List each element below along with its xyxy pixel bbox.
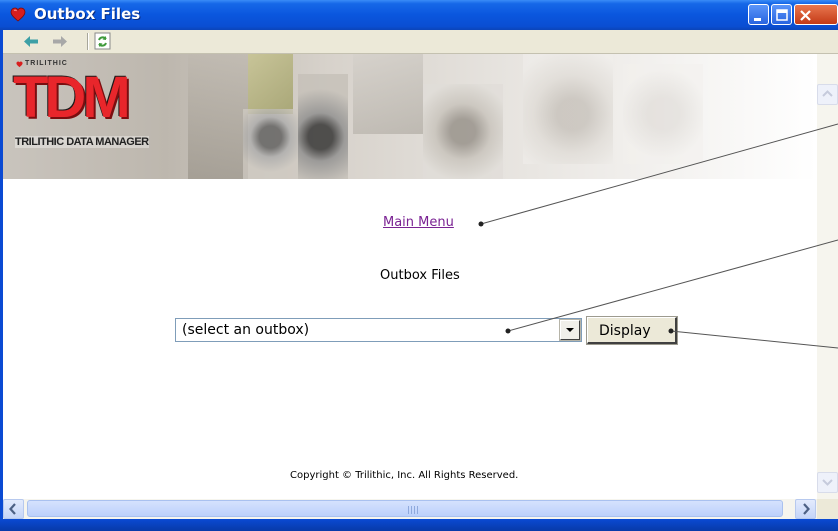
brand-subtitle: TRILITHIC DATA MANAGER <box>15 136 149 148</box>
maximize-icon <box>776 9 788 21</box>
chevron-down-icon <box>822 479 833 486</box>
banner-photo <box>523 54 613 164</box>
scroll-up-button[interactable] <box>817 84 838 105</box>
window-bottom-border <box>0 519 838 531</box>
horizontal-scrollbar[interactable] <box>3 499 838 519</box>
chevron-down-icon <box>566 328 574 332</box>
page-heading: Outbox Files <box>380 268 460 283</box>
page-content: TRILITHIC TDM TRILITHIC DATA MANAGER Mai… <box>3 54 817 499</box>
close-button[interactable] <box>794 4 838 25</box>
banner-photo <box>188 54 248 179</box>
back-arrow-icon <box>24 36 38 47</box>
toolbar-separator <box>87 33 89 50</box>
main-menu-link[interactable]: Main Menu <box>383 215 454 230</box>
select-dropdown-button[interactable] <box>559 319 581 341</box>
vertical-scrollbar[interactable] <box>817 54 838 499</box>
banner-photo <box>353 54 423 134</box>
outbox-select-value: (select an outbox) <box>182 322 310 338</box>
grip-icon <box>408 506 418 514</box>
chevron-up-icon <box>822 90 833 97</box>
tdm-logo: TDM <box>13 65 131 130</box>
minimize-icon <box>754 18 761 21</box>
copyright-text: Copyright © Trilithic, Inc. All Rights R… <box>290 470 519 481</box>
scroll-right-button[interactable] <box>795 499 816 519</box>
forward-arrow-icon <box>53 36 67 47</box>
display-button[interactable]: Display <box>586 316 678 345</box>
close-icon <box>800 10 811 21</box>
scroll-down-button[interactable] <box>817 472 838 493</box>
minimize-button[interactable] <box>748 4 769 25</box>
horizontal-scroll-thumb[interactable] <box>27 500 783 517</box>
forward-button[interactable] <box>50 32 70 51</box>
heart-app-icon <box>10 7 26 22</box>
banner-photo <box>423 84 503 179</box>
title-bar[interactable]: Outbox Files <box>0 0 838 30</box>
back-button[interactable] <box>21 32 41 51</box>
chevron-left-icon <box>9 503 16 515</box>
banner-photo <box>623 64 703 164</box>
outbox-select[interactable]: (select an outbox) <box>175 318 582 342</box>
refresh-icon <box>94 32 111 50</box>
refresh-button[interactable] <box>93 32 113 51</box>
window-title: Outbox Files <box>34 5 141 23</box>
toolbar <box>3 30 838 54</box>
banner-photo <box>243 109 298 179</box>
banner-photo <box>248 54 293 114</box>
browser-window: Outbox Files TRILITHIC TDM TRILITHIC DAT… <box>0 0 838 531</box>
tdm-banner: TRILITHIC TDM TRILITHIC DATA MANAGER <box>3 54 817 179</box>
maximize-button[interactable] <box>771 4 792 25</box>
scrollbar-corner <box>817 499 838 519</box>
banner-photo <box>298 74 348 179</box>
chevron-right-icon <box>803 503 810 515</box>
scroll-left-button[interactable] <box>3 499 24 519</box>
